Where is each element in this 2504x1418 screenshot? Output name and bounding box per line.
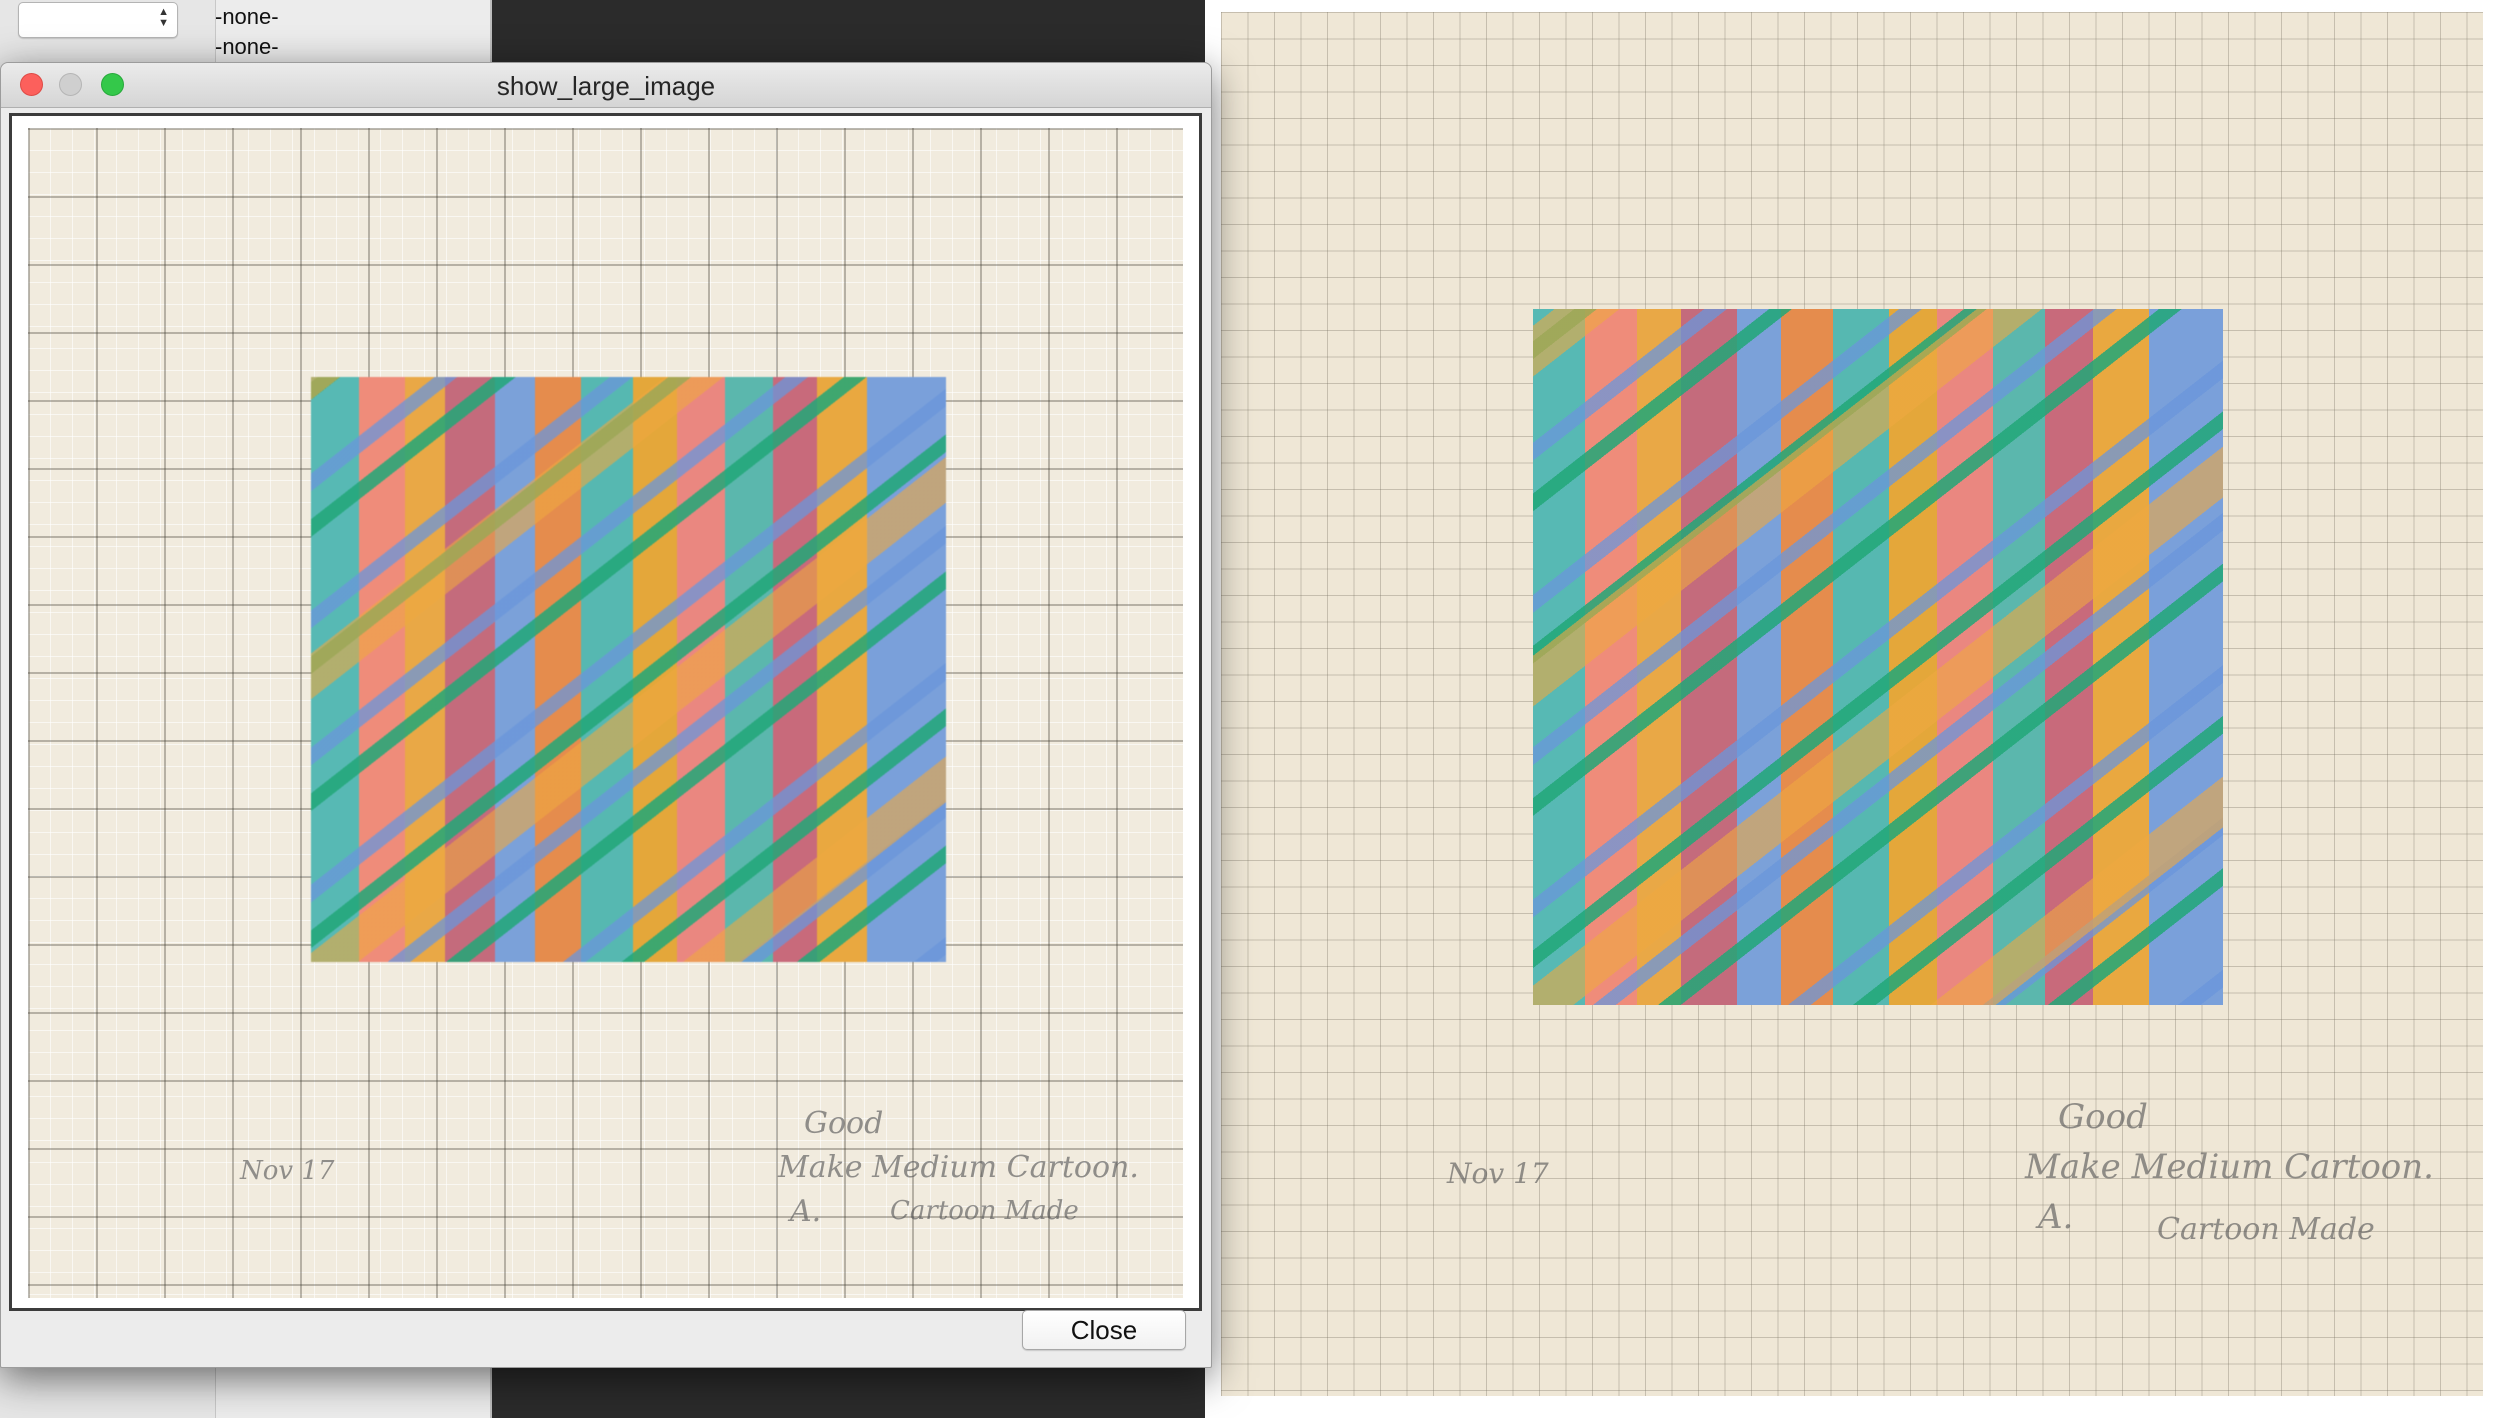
list-item[interactable]: -none-: [215, 4, 279, 30]
annotation-date: Nov 17: [240, 1156, 335, 1186]
annotation-good: Good: [804, 1106, 884, 1141]
image-dialog: show_large_image Good Make Medium Cartoo…: [0, 62, 1212, 1368]
annotation-good: Good: [2058, 1097, 2148, 1137]
large-artwork-image: Good Make Medium Cartoon. A. Nov 17 Cart…: [1205, 0, 2504, 1418]
annotation-make: Make Medium Cartoon.: [778, 1150, 1139, 1185]
close-button[interactable]: Close: [1022, 1310, 1186, 1350]
graph-paper: Good Make Medium Cartoon. A. Nov 17 Cart…: [1221, 12, 2483, 1396]
title-bar[interactable]: show_large_image: [1, 63, 1211, 108]
annotation-date: Nov 17: [1447, 1157, 1549, 1190]
annotation-letter: A.: [2038, 1197, 2074, 1237]
image-panel: Good Make Medium Cartoon. A. Nov 17 Cart…: [9, 113, 1202, 1311]
window-title: show_large_image: [496, 71, 716, 101]
annotation-letter: A.: [790, 1194, 822, 1229]
painted-pattern: [311, 377, 946, 962]
background-select[interactable]: ▲ ▼: [18, 2, 178, 38]
painted-pattern: [1533, 309, 2223, 1005]
select-arrows-icon: ▲ ▼: [158, 6, 169, 29]
list-item[interactable]: -none-: [215, 34, 279, 60]
annotation-signature: Cartoon Made: [890, 1196, 1079, 1226]
annotation-make: Make Medium Cartoon.: [2025, 1147, 2434, 1187]
graph-paper: Good Make Medium Cartoon. A. Nov 17 Cart…: [28, 128, 1183, 1298]
annotation-signature: Cartoon Made: [2157, 1212, 2375, 1247]
